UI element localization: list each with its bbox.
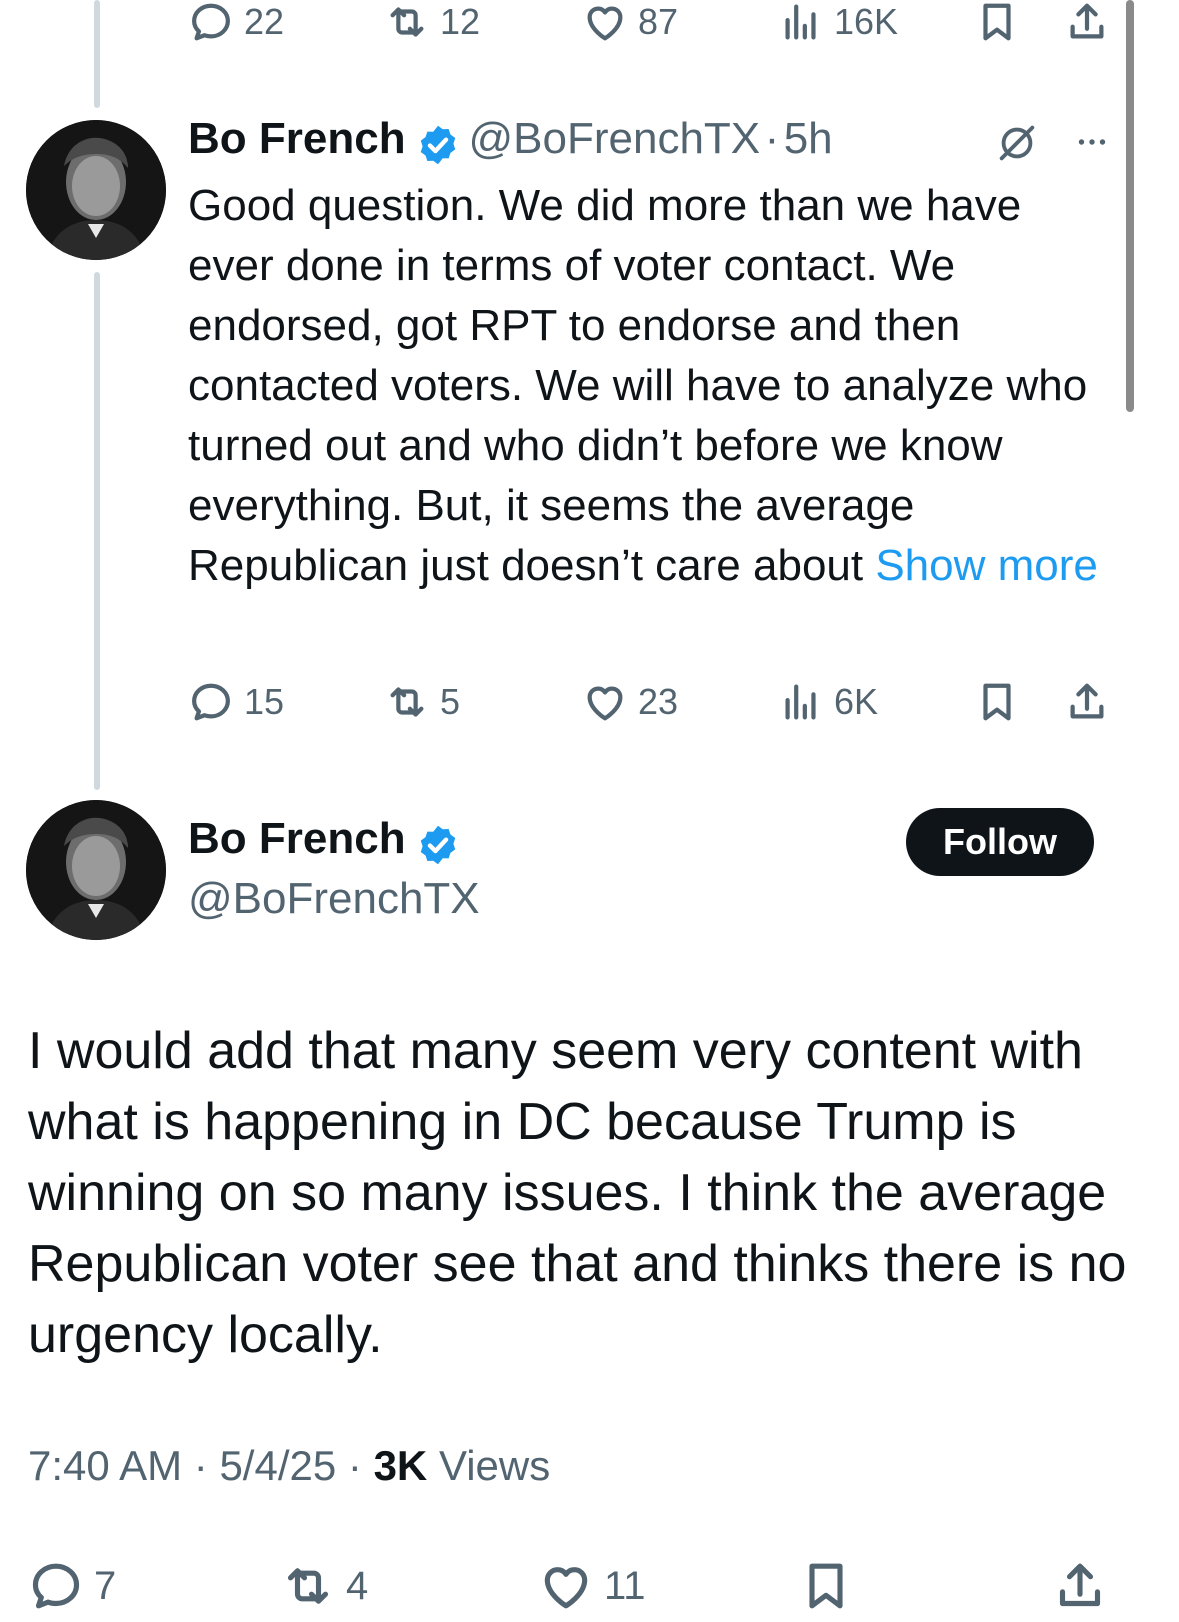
meta-separator: · (347, 1442, 362, 1489)
reply-tweet-text: Good question. We did more than we have … (188, 176, 1108, 596)
views-label: Views (438, 1442, 551, 1489)
share-button[interactable] (1064, 672, 1110, 732)
reply-icon (32, 1563, 80, 1609)
avatar-photo (26, 800, 166, 940)
views-count: 6K (834, 681, 879, 722)
views-button[interactable]: 6K (778, 672, 878, 732)
views-icon (785, 4, 816, 40)
like-count: 23 (638, 681, 679, 722)
repost-button[interactable]: 12 (384, 0, 480, 52)
views-button[interactable]: 16K (778, 0, 898, 52)
main-author-name-row: Bo French (188, 814, 460, 875)
meta-separator: · (193, 1442, 208, 1489)
scrollbar[interactable] (1126, 0, 1134, 412)
repost-count: 4 (346, 1563, 369, 1608)
bookmark-icon (983, 3, 1011, 41)
like-icon (587, 6, 623, 41)
like-button[interactable]: 87 (582, 0, 678, 52)
reply-icon (192, 683, 230, 721)
like-count: 11 (604, 1563, 646, 1608)
repost-button[interactable]: 5 (384, 672, 460, 732)
reply-button[interactable]: 7 (28, 1556, 116, 1616)
reply-button[interactable]: 15 (188, 672, 284, 732)
repost-icon (390, 7, 424, 37)
avatar[interactable] (26, 800, 166, 940)
share-button[interactable] (1052, 1556, 1108, 1616)
reply-count: 15 (244, 681, 285, 722)
repost-icon (287, 1568, 329, 1604)
previous-tweet-actions: 22 12 87 16K (188, 0, 1118, 52)
more-icon[interactable] (1070, 124, 1114, 160)
share-icon (1070, 683, 1104, 719)
views-icon (785, 684, 816, 720)
tweet-time[interactable]: 5h (784, 114, 833, 163)
reply-text-body: Good question. We did more than we have … (188, 181, 1088, 590)
main-tweet-text: I would add that many seem very content … (28, 1022, 1127, 1364)
reply-count: 22 (244, 1, 285, 42)
tweet-meta: 7:40 AM · 5/4/25 · 3K Views (28, 1442, 550, 1490)
share-icon (1059, 1563, 1101, 1607)
author-name[interactable]: Bo French (188, 114, 406, 163)
repost-icon (390, 687, 424, 717)
share-button[interactable] (1064, 0, 1110, 52)
bookmark-button[interactable] (974, 0, 1020, 52)
bookmark-button[interactable] (798, 1556, 854, 1616)
reply-icon (192, 3, 230, 41)
author-handle[interactable]: @BoFrenchTX (468, 114, 760, 163)
reply-header: Bo French @BoFrenchTX · 5h (188, 114, 833, 170)
tweet-time[interactable]: 7:40 AM (28, 1442, 182, 1489)
show-more-link[interactable]: Show more (875, 541, 1098, 590)
reply-button[interactable]: 22 (188, 0, 284, 52)
grok-icon[interactable] (994, 120, 1040, 166)
repost-button[interactable]: 4 (280, 1556, 368, 1616)
bookmark-icon (983, 683, 1011, 721)
like-button[interactable]: 11 (538, 1556, 646, 1616)
views-count: 16K (834, 1, 899, 42)
like-button[interactable]: 23 (582, 672, 678, 732)
author-handle[interactable]: @BoFrenchTX (188, 874, 480, 924)
bookmark-button[interactable] (974, 672, 1020, 732)
reply-count: 7 (94, 1563, 117, 1608)
thread-line-middle (94, 272, 100, 790)
thread-line-top (94, 0, 100, 108)
author-name[interactable]: Bo French (188, 814, 406, 863)
avatar[interactable] (26, 120, 166, 260)
tweet-date[interactable]: 5/4/25 (219, 1442, 336, 1489)
like-count: 87 (638, 1, 679, 42)
follow-button[interactable]: Follow (906, 808, 1094, 876)
main-tweet-actions: 7 4 11 (28, 1562, 1128, 1622)
header-separator: · (764, 114, 780, 163)
avatar-photo (26, 120, 166, 260)
like-icon (587, 686, 623, 721)
like-icon (544, 1567, 588, 1609)
bookmark-icon (809, 1563, 843, 1609)
reply-tweet-actions: 15 5 23 6K (188, 672, 1118, 732)
repost-count: 12 (440, 1, 481, 42)
share-icon (1070, 3, 1104, 39)
verified-badge-icon (420, 825, 456, 865)
views-count: 3K (373, 1442, 428, 1489)
repost-count: 5 (440, 681, 461, 722)
verified-badge-icon (420, 125, 456, 165)
